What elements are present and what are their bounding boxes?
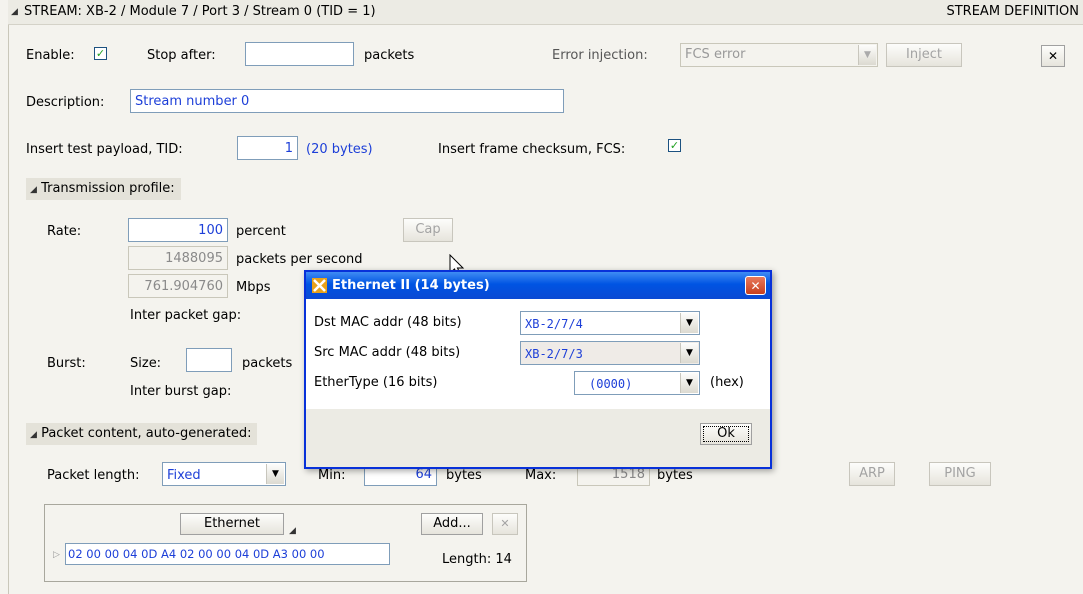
chevron-down-icon: ▼ <box>266 464 284 484</box>
stream-definition-title: STREAM DEFINITION <box>946 4 1079 19</box>
ethertype-select[interactable]: (0000) ▼ <box>574 371 700 395</box>
inject-button[interactable]: Inject <box>886 43 962 67</box>
packet-length-mode-select[interactable]: Fixed ▼ <box>162 462 286 486</box>
ethernet-ii-dialog: Ethernet II (14 bytes) ✕ Dst MAC addr (4… <box>304 270 772 469</box>
collapse-triangle-icon: ◢ <box>30 430 37 440</box>
src-mac-select[interactable]: XB-2/7/3 ▼ <box>520 341 700 365</box>
dialog-close-icon[interactable]: ✕ <box>745 276 766 295</box>
dst-mac-value: XB-2/7/4 <box>525 317 583 331</box>
packet-editor-box: Ethernet ◢ Add... ✕ ▷ 02 00 00 04 0D A4 … <box>44 504 527 582</box>
cap-button[interactable]: Cap <box>403 218 453 242</box>
stop-after-label: Stop after: <box>147 48 216 63</box>
description-label: Description: <box>26 95 105 110</box>
ethertype-value: (0000) <box>589 377 633 391</box>
burst-size-input[interactable] <box>186 348 232 372</box>
chevron-down-icon: ▼ <box>680 313 698 333</box>
stream-header-bar: ◢ STREAM: XB-2 / Module 7 / Port 3 / Str… <box>8 0 1083 25</box>
dst-mac-select[interactable]: XB-2/7/4 ▼ <box>520 311 700 335</box>
transmission-profile-section[interactable]: ◢ Transmission profile: <box>26 178 181 200</box>
enable-label: Enable: <box>26 48 75 63</box>
add-header-button[interactable]: Add... <box>421 513 483 535</box>
src-mac-value: XB-2/7/3 <box>525 347 583 361</box>
tid-bytes-label: (20 bytes) <box>306 142 373 157</box>
mbps-label: Mbps <box>236 280 271 295</box>
ethernet-header-button[interactable]: Ethernet <box>180 513 284 535</box>
min-label: Min: <box>318 468 346 483</box>
packet-content-section[interactable]: ◢ Packet content, auto-generated: <box>26 423 258 445</box>
chevron-down-icon: ▼ <box>680 373 698 393</box>
inter-burst-gap-label: Inter burst gap: <box>130 384 232 399</box>
stream-path-title: STREAM: XB-2 / Module 7 / Port 3 / Strea… <box>24 4 376 19</box>
expand-triangle-icon[interactable]: ▷ <box>53 550 60 560</box>
app-logo-icon <box>312 278 327 293</box>
remove-header-icon[interactable]: ✕ <box>492 513 518 535</box>
dst-mac-label: Dst MAC addr (48 bits) <box>314 315 462 330</box>
dialog-title: Ethernet II (14 bytes) <box>332 278 490 293</box>
src-mac-label: Src MAC addr (48 bits) <box>314 345 461 360</box>
min-bytes-label: bytes <box>446 468 482 483</box>
percent-label: percent <box>236 224 286 239</box>
error-injection-select[interactable]: FCS error ▼ <box>680 43 878 67</box>
arp-button[interactable]: ARP <box>849 462 895 486</box>
max-label: Max: <box>525 468 557 483</box>
pps-input[interactable] <box>128 246 228 270</box>
burst-packets-label: packets <box>242 356 293 371</box>
error-injection-value: FCS error <box>685 47 746 62</box>
close-icon[interactable]: ✕ <box>1041 45 1065 67</box>
fcs-checkbox[interactable]: ✓ <box>668 139 681 152</box>
pps-label: packets per second <box>236 252 363 267</box>
inter-packet-gap-label: Inter packet gap: <box>130 308 242 323</box>
chevron-down-icon: ▼ <box>680 343 698 363</box>
packet-length-label: Packet length: <box>47 468 140 483</box>
chevron-down-icon: ▼ <box>858 45 876 65</box>
fcs-label: Insert frame checksum, FCS: <box>438 142 626 157</box>
ping-button[interactable]: PING <box>929 462 991 486</box>
enable-checkbox[interactable]: ✓ <box>94 47 107 60</box>
description-input[interactable] <box>130 89 564 113</box>
error-injection-label: Error injection: <box>552 48 648 63</box>
stop-after-input[interactable] <box>245 42 354 66</box>
ethertype-label: EtherType (16 bits) <box>314 375 438 390</box>
collapse-triangle-icon[interactable]: ◢ <box>11 7 18 17</box>
mbps-input[interactable] <box>128 274 228 298</box>
packets-label: packets <box>364 48 415 63</box>
burst-size-label: Size: <box>130 356 162 371</box>
collapse-triangle-icon: ◢ <box>30 185 37 195</box>
transmission-profile-label: Transmission profile: <box>41 181 175 196</box>
resize-corner-icon: ◢ <box>289 526 296 536</box>
burst-label: Burst: <box>47 356 86 371</box>
insert-test-payload-label: Insert test payload, TID: <box>26 142 183 157</box>
rate-label: Rate: <box>47 224 82 239</box>
packet-content-label: Packet content, auto-generated: <box>41 426 252 441</box>
packet-length-readout: Length: 14 <box>442 552 512 567</box>
ok-button[interactable]: Ok <box>700 423 752 445</box>
hex-label: (hex) <box>710 375 744 390</box>
rate-percent-input[interactable] <box>128 218 228 242</box>
dialog-body: Dst MAC addr (48 bits) XB-2/7/4 ▼ Src MA… <box>306 299 770 409</box>
tid-input[interactable] <box>237 136 298 160</box>
max-bytes-label: bytes <box>657 468 693 483</box>
dialog-title-bar[interactable]: Ethernet II (14 bytes) ✕ <box>306 272 770 299</box>
packet-length-mode-value: Fixed <box>167 468 201 483</box>
packet-hex-input[interactable]: 02 00 00 04 0D A4 02 00 00 04 0D A3 00 0… <box>65 543 390 565</box>
